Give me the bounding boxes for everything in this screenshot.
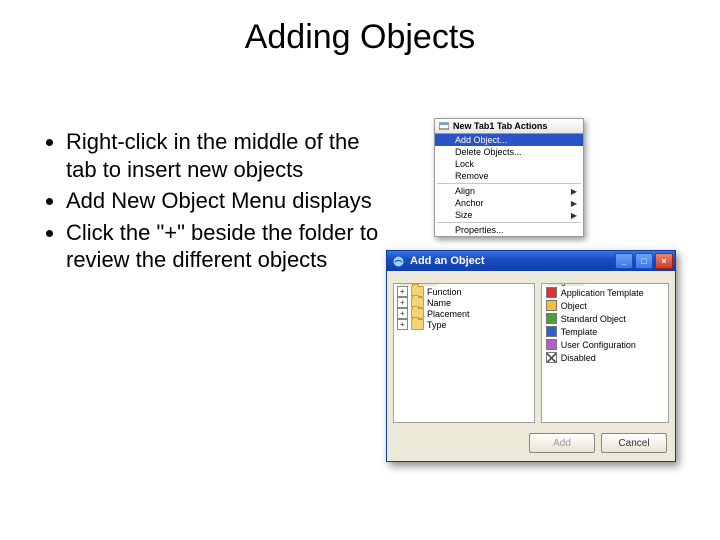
context-menu-item[interactable]: Anchor ▶ <box>435 197 583 209</box>
context-menu-item-label: Delete Objects... <box>455 147 522 157</box>
context-menu-item[interactable]: Remove <box>435 170 583 182</box>
context-menu-title: New Tab1 Tab Actions <box>434 118 584 133</box>
context-menu-item[interactable]: Delete Objects... <box>435 146 583 158</box>
menu-separator <box>437 222 581 223</box>
context-menu-item-label: Remove <box>455 171 489 181</box>
color-swatch-icon <box>546 300 557 311</box>
tree-row-label: Name <box>427 298 451 308</box>
color-swatch-icon <box>546 287 557 298</box>
color-swatch-icon <box>546 326 557 337</box>
legend-row: Application Template <box>544 286 666 299</box>
legend-label: Template <box>561 327 598 337</box>
context-menu-item[interactable]: Properties... <box>435 224 583 236</box>
legend-row: Standard Object <box>544 312 666 325</box>
color-swatch-icon <box>546 313 557 324</box>
dialog-body: Objects +Function+Name+Placement+Type Le… <box>387 271 675 429</box>
bullet-item: Add New Object Menu displays <box>66 187 380 215</box>
legend-label: Object <box>561 301 587 311</box>
maximize-button[interactable]: □ <box>635 253 653 269</box>
page-title: Adding Objects <box>0 18 720 57</box>
add-object-dialog: Add an Object _ □ × Objects +Function+Na… <box>386 250 676 462</box>
dialog-titlebar[interactable]: Add an Object _ □ × <box>387 251 675 271</box>
chevron-right-icon: ▶ <box>571 187 577 196</box>
cancel-button[interactable]: Cancel <box>601 433 667 453</box>
chevron-right-icon: ▶ <box>571 199 577 208</box>
expand-icon[interactable]: + <box>397 297 408 308</box>
disabled-icon <box>546 352 557 363</box>
context-menu-item-label: Size <box>455 210 473 220</box>
tree-row[interactable]: + Type <box>396 319 532 330</box>
close-button[interactable]: × <box>655 253 673 269</box>
context-menu-item-label: Anchor <box>455 198 484 208</box>
expand-icon[interactable]: + <box>397 308 408 319</box>
context-menu-item-label: Add Object... <box>455 135 507 145</box>
folder-icon <box>411 319 424 330</box>
context-menu-item[interactable]: Align ▶ <box>435 185 583 197</box>
app-icon <box>392 255 405 268</box>
menu-separator <box>437 183 581 184</box>
expand-icon[interactable]: + <box>397 319 408 330</box>
legend-pane-header: Legend <box>548 283 584 286</box>
bullet-item: Click the "+" beside the folder to revie… <box>66 219 380 274</box>
legend-pane: Legend Application Template Object Standar… <box>541 283 669 423</box>
tab-actions-icon <box>439 121 449 131</box>
dialog-footer: Add Cancel <box>387 429 675 461</box>
bullet-item: Right-click in the middle of the tab to … <box>66 128 380 183</box>
expand-icon[interactable]: + <box>397 286 408 297</box>
context-menu-title-text: New Tab1 Tab Actions <box>453 121 547 131</box>
context-menu-item-label: Properties... <box>455 225 504 235</box>
minimize-button[interactable]: _ <box>615 253 633 269</box>
window-buttons: _ □ × <box>615 253 673 269</box>
chevron-right-icon: ▶ <box>571 211 577 220</box>
add-button[interactable]: Add <box>529 433 595 453</box>
context-menu-item-label: Align <box>455 186 475 196</box>
context-menu: New Tab1 Tab Actions Add Object... Delete… <box>434 118 584 237</box>
context-menu-item[interactable]: Size ▶ <box>435 209 583 221</box>
tree-row-label: Placement <box>427 309 470 319</box>
dialog-title: Add an Object <box>410 255 610 267</box>
legend-label: User Configuration <box>561 340 636 350</box>
tree-row-label: Function <box>427 287 462 297</box>
legend-row: Disabled <box>544 351 666 364</box>
context-menu-item[interactable]: Add Object... <box>435 134 583 146</box>
legend-row: Object <box>544 299 666 312</box>
legend-label: Disabled <box>561 353 596 363</box>
bullet-list: Right-click in the middle of the tab to … <box>40 128 380 278</box>
context-menu-item-label: Lock <box>455 159 474 169</box>
tree-row-label: Type <box>427 320 447 330</box>
legend-row: Template <box>544 325 666 338</box>
slide: Adding Objects Right-click in the middle… <box>0 0 720 540</box>
legend-row: User Configuration <box>544 338 666 351</box>
objects-pane: Objects +Function+Name+Placement+Type <box>393 283 535 423</box>
legend-label: Standard Object <box>561 314 626 324</box>
legend-label: Application Template <box>561 288 644 298</box>
context-menu-item[interactable]: Lock <box>435 158 583 170</box>
color-swatch-icon <box>546 339 557 350</box>
